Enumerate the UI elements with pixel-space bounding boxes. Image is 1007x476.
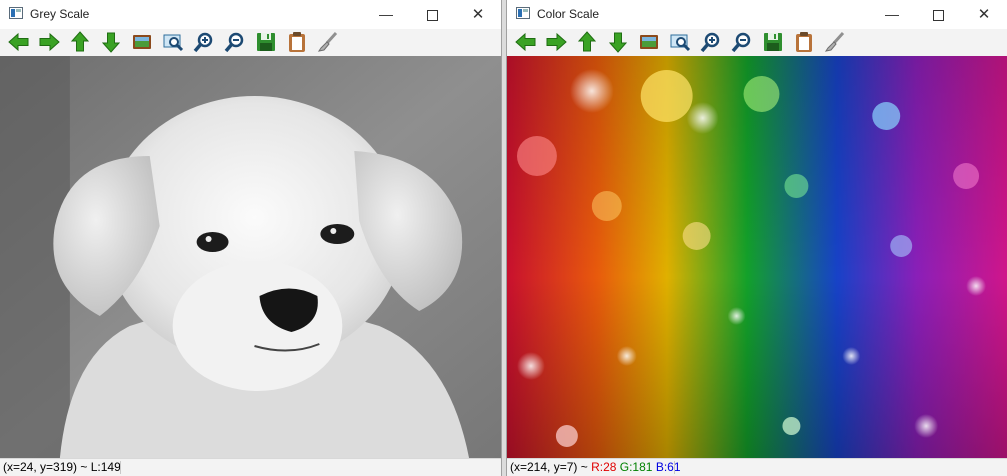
status-bar: (x=24, y=319) ~ L:149 (0, 458, 501, 476)
brush-icon (824, 31, 845, 52)
pan-right-button[interactable] (544, 30, 568, 54)
status-divider (674, 461, 675, 474)
maximize-icon (426, 9, 438, 21)
status-divider (120, 461, 121, 474)
app-icon (9, 7, 23, 19)
arrow-up-icon (577, 31, 597, 52)
green-channel-value: G:181 (619, 460, 653, 474)
arrow-right-icon (546, 32, 567, 52)
arrow-up-icon (70, 31, 90, 52)
copy-button[interactable] (792, 30, 816, 54)
image-viewport[interactable] (507, 56, 1007, 458)
close-button[interactable]: ✕ (455, 0, 501, 29)
toolbar (0, 29, 501, 56)
properties-button[interactable] (823, 30, 847, 54)
app-icon (516, 7, 530, 19)
zoom-fit-button[interactable] (668, 30, 692, 54)
minimize-button[interactable]: — (363, 0, 409, 29)
zoom-fit-button[interactable] (161, 30, 185, 54)
zoom-original-button[interactable] (130, 30, 154, 54)
cursor-coordinates: (x=214, y=7) ~ (510, 460, 588, 474)
zoom-fit-icon (163, 34, 184, 52)
blue-channel-value: B:61 (655, 460, 681, 474)
zoom-out-icon (731, 32, 751, 53)
image-icon (640, 35, 658, 49)
arrow-left-icon (515, 32, 536, 52)
rainbow-glitter-image (507, 56, 1007, 458)
arrow-right-icon (39, 32, 60, 52)
zoom-in-button[interactable] (192, 30, 216, 54)
image-viewport[interactable] (0, 56, 501, 458)
save-button[interactable] (761, 30, 785, 54)
toolbar (507, 29, 1007, 56)
pan-up-button[interactable] (68, 30, 92, 54)
cursor-coordinates: (x=24, y=319) ~ (3, 460, 88, 474)
maximize-icon (932, 9, 944, 21)
pan-up-button[interactable] (575, 30, 599, 54)
clipboard-icon (796, 32, 812, 52)
copy-button[interactable] (285, 30, 309, 54)
zoom-original-button[interactable] (637, 30, 661, 54)
luminance-value: L:149 (90, 460, 121, 474)
window-title: Grey Scale (30, 7, 90, 21)
close-button[interactable]: ✕ (961, 0, 1007, 29)
pan-left-button[interactable] (514, 30, 538, 54)
zoom-in-button[interactable] (699, 30, 723, 54)
clipboard-icon (289, 32, 305, 52)
brush-icon (317, 31, 338, 52)
pan-down-button[interactable] (606, 30, 630, 54)
arrow-left-icon (8, 32, 29, 52)
zoom-in-icon (700, 32, 720, 53)
zoom-out-button[interactable] (223, 30, 247, 54)
maximize-button[interactable] (409, 0, 455, 29)
arrow-down-icon (608, 32, 628, 53)
save-icon (764, 33, 782, 51)
zoom-fit-icon (670, 34, 691, 52)
grey-scale-window: Grey Scale — ✕ (x=24, y=319) ~ L:149 (0, 0, 502, 476)
color-scale-window: Color Scale — ✕ (x=214, y=7) ~ R:28 G:18… (506, 0, 1007, 476)
zoom-in-icon (193, 32, 213, 53)
minimize-button[interactable]: — (869, 0, 915, 29)
image-icon (133, 35, 151, 49)
save-icon (257, 33, 275, 51)
window-title: Color Scale (537, 7, 600, 21)
zoom-out-icon (224, 32, 244, 53)
maximize-button[interactable] (915, 0, 961, 29)
status-bar: (x=214, y=7) ~ R:28 G:181 B:61 (507, 458, 1007, 476)
title-bar[interactable]: Color Scale — ✕ (507, 0, 1007, 29)
zoom-out-button[interactable] (730, 30, 754, 54)
red-channel-value: R:28 (591, 460, 617, 474)
properties-button[interactable] (316, 30, 340, 54)
pan-right-button[interactable] (37, 30, 61, 54)
pan-left-button[interactable] (7, 30, 31, 54)
puppy-image (0, 56, 501, 458)
save-button[interactable] (254, 30, 278, 54)
arrow-down-icon (101, 32, 121, 53)
pan-down-button[interactable] (99, 30, 123, 54)
title-bar[interactable]: Grey Scale — ✕ (0, 0, 501, 29)
